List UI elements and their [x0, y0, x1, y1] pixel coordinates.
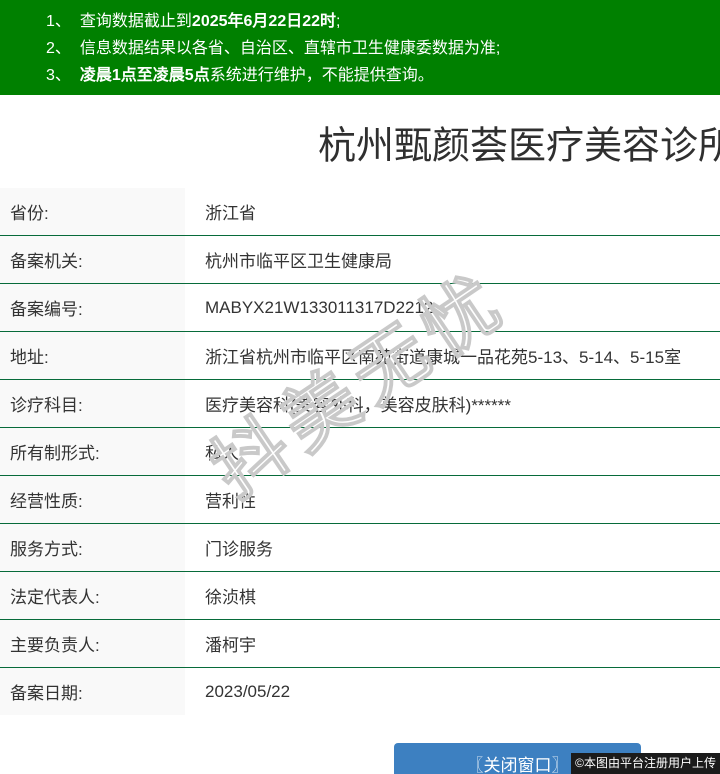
field-value: 门诊服务: [205, 540, 273, 559]
field-label: 经营性质:: [0, 476, 185, 523]
notice-line-3: 3、 凌晨1点至凌晨5点系统进行维护，不能提供查询。: [0, 62, 720, 89]
field-label: 备案编号:: [0, 284, 185, 331]
notice-line-1: 1、 查询数据截止到2025年6月22日22时;: [0, 8, 720, 35]
field-value: 浙江省: [205, 204, 256, 223]
table-row-filing-date: 备案日期: 2023/05/22: [0, 668, 720, 715]
notice-text-bold: 凌晨1点至凌晨5点: [79, 67, 210, 84]
notice-number: 3、: [46, 67, 71, 84]
table-row-ownership: 所有制形式: 私人: [0, 428, 720, 476]
field-value: 浙江省杭州市临平区南苑街道康城一品花苑5-13、5-14、5-15室: [205, 348, 682, 367]
notice-text: ;: [336, 13, 341, 30]
field-label: 诊疗科目:: [0, 380, 185, 427]
notice-text: 系统进行维护，不能提供查询。: [209, 67, 434, 84]
table-row-province: 省份: 浙江省: [0, 188, 720, 236]
table-row-medical-subjects: 诊疗科目: 医疗美容科(美容外科，美容皮肤科)******: [0, 380, 720, 428]
field-value: 营利性: [205, 492, 256, 511]
notice-number: 1、: [46, 13, 71, 30]
field-value: MABYX21W133011317D2212: [205, 297, 434, 317]
notice-text: 信息数据结果以各省、自治区、直辖市卫生健康委数据为准;: [79, 40, 501, 57]
notice-text-bold: 2025年6月22日22时: [191, 13, 337, 30]
field-value: 徐浈棋: [205, 588, 256, 607]
field-label: 服务方式:: [0, 524, 185, 571]
record-table: 省份: 浙江省 备案机关: 杭州市临平区卫生健康局 备案编号: MABYX21W…: [0, 188, 720, 715]
upload-credit-badge: ©本图由平台注册用户上传: [571, 753, 720, 774]
notice-banner: 1、 查询数据截止到2025年6月22日22时; 2、 信息数据结果以各省、自治区、…: [0, 0, 720, 95]
notice-text: 查询数据截止到: [79, 13, 192, 30]
table-row-service-mode: 服务方式: 门诊服务: [0, 524, 720, 572]
field-label: 省份:: [0, 188, 185, 235]
field-label: 法定代表人:: [0, 572, 185, 619]
title-band: 杭州甄颜荟医疗美容诊所: [0, 95, 720, 188]
field-label: 地址:: [0, 332, 185, 379]
field-value: 医疗美容科(美容外科，美容皮肤科)******: [205, 396, 512, 415]
table-row-filing-number: 备案编号: MABYX21W133011317D2212: [0, 284, 720, 332]
field-value: 杭州市临平区卫生健康局: [205, 252, 392, 271]
page-title: 杭州甄颜荟医疗美容诊所: [318, 125, 720, 167]
field-label: 备案机关:: [0, 236, 185, 283]
table-row-main-responsible-person: 主要负责人: 潘柯宇: [0, 620, 720, 668]
table-row-filing-authority: 备案机关: 杭州市临平区卫生健康局: [0, 236, 720, 284]
notice-line-2: 2、 信息数据结果以各省、自治区、直辖市卫生健康委数据为准;: [0, 35, 720, 62]
field-label: 主要负责人:: [0, 620, 185, 667]
table-row-legal-representative: 法定代表人: 徐浈棋: [0, 572, 720, 620]
notice-number: 2、: [46, 40, 71, 57]
table-row-address: 地址: 浙江省杭州市临平区南苑街道康城一品花苑5-13、5-14、5-15室: [0, 332, 720, 380]
field-value: 私人: [205, 444, 239, 463]
field-value: 2023/05/22: [205, 681, 291, 701]
table-row-business-nature: 经营性质: 营利性: [0, 476, 720, 524]
field-label: 备案日期:: [0, 668, 185, 715]
field-value: 潘柯宇: [205, 636, 256, 655]
field-label: 所有制形式:: [0, 428, 185, 475]
